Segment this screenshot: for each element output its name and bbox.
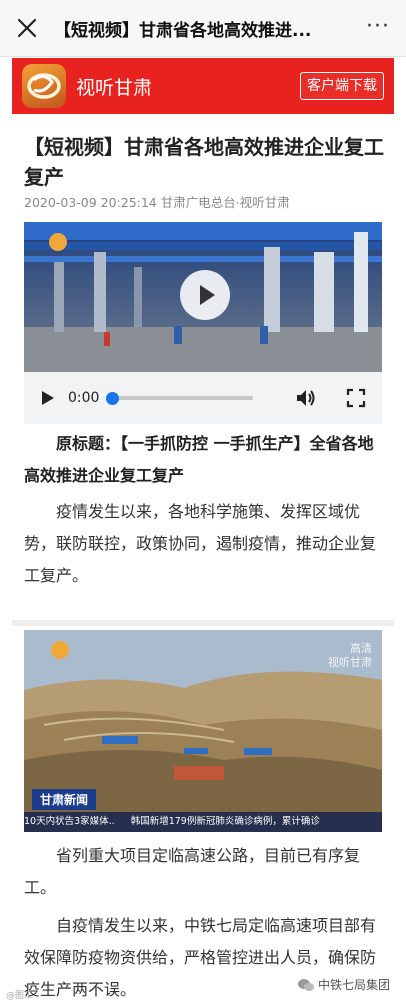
more-options-icon[interactable]: ···: [366, 14, 390, 39]
article-title: 【短视频】甘肃省各地高效推进企业复工复产: [24, 135, 384, 189]
section-divider: [12, 620, 394, 626]
article-meta: 2020-03-09 20:25:14 甘肃广电总台·视听甘肃: [24, 195, 290, 210]
video-play-button[interactable]: [180, 270, 230, 320]
top-nav-bar: 【短视频】甘肃省各地高效推进... ···: [0, 0, 406, 57]
fullscreen-icon[interactable]: [346, 388, 366, 408]
video-player[interactable]: [24, 222, 382, 372]
volume-icon[interactable]: [294, 386, 318, 410]
play-icon[interactable]: [42, 391, 54, 405]
page-title: 【短视频】甘肃省各地高效推进...: [54, 20, 312, 41]
close-button[interactable]: [0, 0, 54, 56]
watermark: @图工: [6, 991, 34, 1001]
brand-name: 视听甘肃: [76, 76, 153, 99]
video-current-time: 0:00: [68, 390, 100, 406]
play-icon: [200, 285, 215, 305]
corner-tag: 高清 视听甘肃: [328, 642, 372, 669]
news-badge: 甘肃新闻: [32, 789, 97, 810]
video-seek-bar[interactable]: [106, 391, 254, 405]
paragraph-intro: 疫情发生以来，各地科学施策、发挥区域优势，联防联控，政策协同，遏制疫情，推动企业…: [24, 502, 377, 585]
original-title: 原标题：【一手抓防控 一手抓生产】全省各地高效推进企业复工复产: [24, 434, 374, 485]
news-screenshot-image: 高清 视听甘肃 甘肃新闻 10天内状告3家媒体.. 韩国新增179例新冠肺炎确诊病…: [24, 630, 382, 832]
download-app-button[interactable]: 客户端下载: [300, 72, 384, 100]
wechat-icon: [297, 978, 314, 991]
video-controls: 0:00: [24, 372, 382, 424]
seek-thumb[interactable]: [106, 391, 120, 405]
brand-logo: [22, 64, 66, 108]
close-icon: [17, 18, 37, 38]
source-tag: 中铁七局集团: [297, 976, 390, 993]
brand-banner[interactable]: 视听甘肃 客户端下载: [12, 58, 394, 114]
paragraph-project: 省列重大项目定临高速公路，目前已有序复工。: [24, 846, 361, 897]
news-ticker: 10天内状告3家媒体.. 韩国新增179例新冠肺炎确诊病例，累计确诊: [24, 812, 382, 832]
